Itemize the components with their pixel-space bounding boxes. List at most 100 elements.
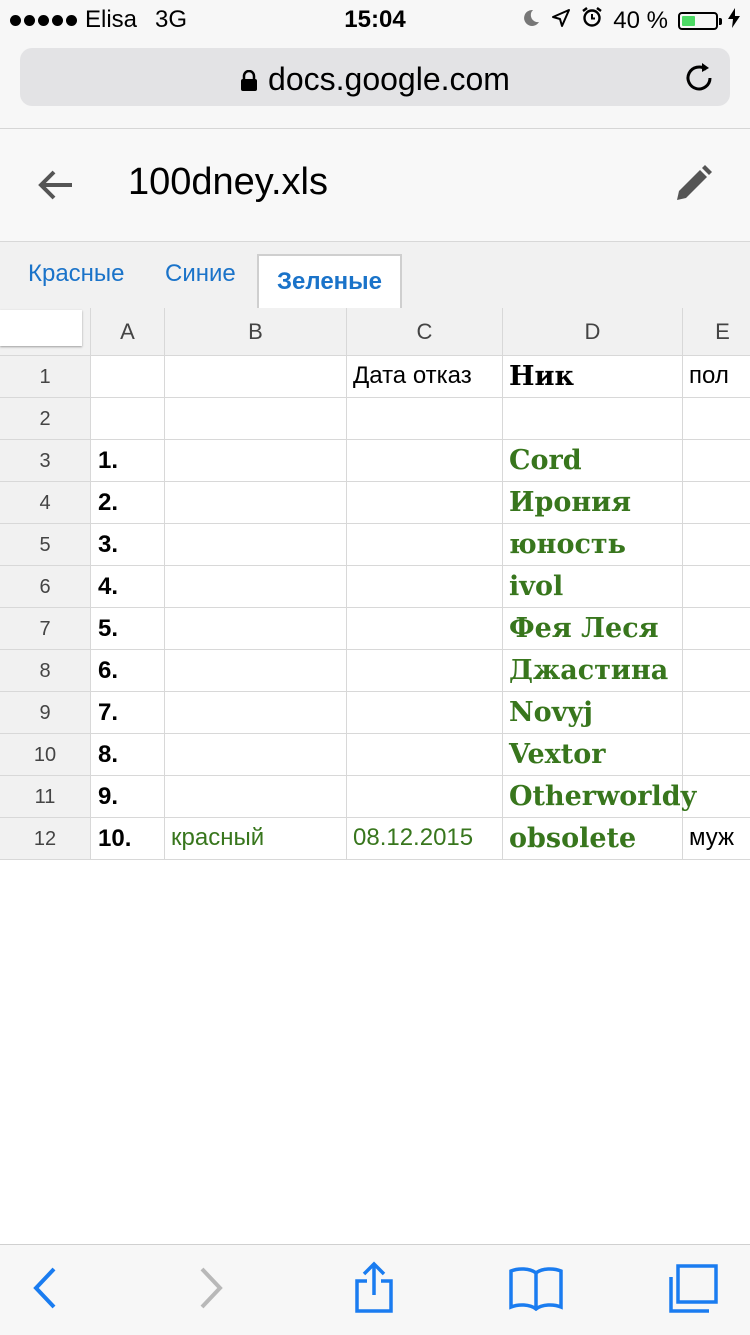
row-header[interactable]: 1 xyxy=(0,356,91,398)
table-cell-e[interactable] xyxy=(683,776,750,818)
table-cell-a[interactable]: 2. xyxy=(91,482,165,524)
table-cell-e[interactable] xyxy=(683,482,750,524)
table-cell-e[interactable] xyxy=(683,692,750,734)
select-all-handle[interactable] xyxy=(0,310,82,346)
row-header[interactable]: 11 xyxy=(0,776,91,818)
table-cell-d[interactable]: Ирония xyxy=(503,482,683,524)
column-header-c[interactable]: C xyxy=(347,308,503,356)
document-title: 100dney.xls xyxy=(128,161,328,203)
table-cell-d[interactable]: ivol xyxy=(503,566,683,608)
table-cell-c[interactable] xyxy=(347,440,503,482)
table-cell-b[interactable] xyxy=(165,734,347,776)
table-cell-a[interactable]: 4. xyxy=(91,566,165,608)
column-header-b[interactable]: B xyxy=(165,308,347,356)
tab-zelenye[interactable]: Зеленые xyxy=(257,254,402,308)
table-cell-b[interactable] xyxy=(165,650,347,692)
row-header[interactable]: 7 xyxy=(0,608,91,650)
url-display[interactable]: docs.google.com xyxy=(20,61,730,100)
tab-sinie[interactable]: Синие xyxy=(165,260,236,288)
sheet-tabs: Красные Синие Зеленые xyxy=(0,242,750,310)
table-cell-b[interactable] xyxy=(165,692,347,734)
table-cell-a[interactable]: 10. xyxy=(91,818,165,860)
table-cell-c[interactable]: Дата отказ xyxy=(347,356,503,398)
table-cell-d[interactable]: obsolete xyxy=(503,818,683,860)
table-cell-e[interactable] xyxy=(683,608,750,650)
table-cell-e[interactable] xyxy=(683,398,750,440)
row-header[interactable]: 10 xyxy=(0,734,91,776)
column-header-a[interactable]: A xyxy=(91,308,165,356)
share-icon[interactable] xyxy=(352,1261,396,1320)
column-header-e[interactable]: E xyxy=(683,308,750,356)
table-cell-d[interactable]: Фея Леся xyxy=(503,608,683,650)
reload-icon[interactable] xyxy=(684,60,716,99)
row-header[interactable]: 3 xyxy=(0,440,91,482)
table-cell-b[interactable] xyxy=(165,776,347,818)
back-arrow-icon[interactable] xyxy=(36,165,76,210)
row-header[interactable]: 8 xyxy=(0,650,91,692)
column-header-d[interactable]: D xyxy=(503,308,683,356)
tab-krasnye[interactable]: Красные xyxy=(28,260,125,288)
table-cell-d[interactable]: Novyj xyxy=(503,692,683,734)
row-header[interactable]: 2 xyxy=(0,398,91,440)
table-cell-a[interactable] xyxy=(91,398,165,440)
table-cell-b[interactable] xyxy=(165,356,347,398)
table-cell-b[interactable] xyxy=(165,398,347,440)
row-header[interactable]: 4 xyxy=(0,482,91,524)
edit-pencil-icon[interactable] xyxy=(672,163,714,210)
table-cell-c[interactable] xyxy=(347,524,503,566)
table-cell-a[interactable]: 5. xyxy=(91,608,165,650)
battery-percent: 40 % xyxy=(613,6,668,34)
table-cell-a[interactable]: 6. xyxy=(91,650,165,692)
table-cell-c[interactable] xyxy=(347,650,503,692)
table-cell-d[interactable] xyxy=(503,398,683,440)
address-bar[interactable]: docs.google.com xyxy=(20,48,730,106)
table-cell-b[interactable] xyxy=(165,440,347,482)
table-cell-c[interactable] xyxy=(347,608,503,650)
table-cell-a[interactable]: 3. xyxy=(91,524,165,566)
table-cell-e[interactable] xyxy=(683,650,750,692)
back-icon[interactable] xyxy=(30,1265,60,1316)
table-cell-c[interactable] xyxy=(347,734,503,776)
table-cell-e[interactable] xyxy=(683,440,750,482)
table-cell-c[interactable]: 08.12.2015 xyxy=(347,818,503,860)
table-cell-e[interactable] xyxy=(683,566,750,608)
row-header[interactable]: 6 xyxy=(0,566,91,608)
table-cell-d[interactable]: Cord xyxy=(503,440,683,482)
forward-icon[interactable] xyxy=(196,1265,226,1316)
table-cell-d[interactable]: Джастина xyxy=(503,650,683,692)
table-cell-e[interactable]: муж xyxy=(683,818,750,860)
row-header[interactable]: 12 xyxy=(0,818,91,860)
table-cell-a[interactable]: 7. xyxy=(91,692,165,734)
table-cell-a[interactable]: 1. xyxy=(91,440,165,482)
table-cell-a[interactable]: 8. xyxy=(91,734,165,776)
status-right: 40 % xyxy=(521,6,740,35)
tabs-icon[interactable] xyxy=(666,1263,720,1320)
table-cell-c[interactable] xyxy=(347,482,503,524)
select-all-corner[interactable] xyxy=(0,308,91,356)
bookmarks-icon[interactable] xyxy=(508,1265,564,1316)
moon-icon xyxy=(521,7,541,35)
table-cell-d[interactable]: Ник xyxy=(503,356,683,398)
charging-icon xyxy=(728,7,740,35)
table-cell-b[interactable]: красный xyxy=(165,818,347,860)
table-cell-e[interactable] xyxy=(683,524,750,566)
table-cell-a[interactable] xyxy=(91,356,165,398)
table-cell-c[interactable] xyxy=(347,692,503,734)
table-cell-b[interactable] xyxy=(165,482,347,524)
table-cell-b[interactable] xyxy=(165,608,347,650)
table-cell-a[interactable]: 9. xyxy=(91,776,165,818)
row-header[interactable]: 5 xyxy=(0,524,91,566)
table-cell-d[interactable]: юность xyxy=(503,524,683,566)
table-cell-b[interactable] xyxy=(165,524,347,566)
table-cell-b[interactable] xyxy=(165,566,347,608)
row-header[interactable]: 9 xyxy=(0,692,91,734)
table-cell-d[interactable]: Otherworldy xyxy=(503,776,696,818)
table-cell-e[interactable]: пол xyxy=(683,356,750,398)
table-cell-e[interactable] xyxy=(683,734,750,776)
table-cell-c[interactable] xyxy=(347,398,503,440)
table-cell-c[interactable] xyxy=(347,776,503,818)
lock-icon xyxy=(240,63,258,100)
table-cell-c[interactable] xyxy=(347,566,503,608)
table-cell-d[interactable]: Vextor xyxy=(503,734,683,776)
battery-icon xyxy=(678,11,722,30)
